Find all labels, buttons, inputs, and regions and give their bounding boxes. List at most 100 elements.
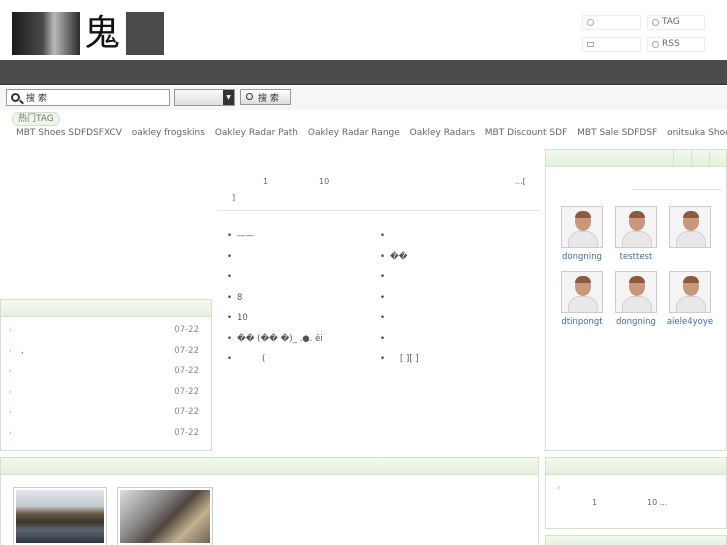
logo-face-image xyxy=(12,12,80,55)
list-item[interactable]: �� (�� �)_ .●. êi xyxy=(227,334,372,355)
search-icon xyxy=(11,93,20,102)
recent-posts-list: › 07-22 ›, 07-22 › 07-22 › 07-22 › 07-22 › 07-… xyxy=(1,317,211,446)
divider xyxy=(218,210,540,211)
article-list-left: —— 8 10 �� (�� �)_ .●. êi ( xyxy=(227,231,372,375)
logo-dark-box xyxy=(126,12,164,55)
member-card[interactable]: dtinpongt xyxy=(558,271,606,327)
list-item[interactable]: �� xyxy=(380,252,530,273)
pager-close: ] xyxy=(232,193,236,202)
user-link[interactable] xyxy=(582,15,641,30)
member-name[interactable]: dongning xyxy=(558,252,606,262)
avatar[interactable] xyxy=(561,206,603,248)
avatar[interactable] xyxy=(615,206,657,248)
tag-icon xyxy=(652,19,659,26)
site-header: 鬼 TAG RSS xyxy=(0,0,727,60)
search-button-icon xyxy=(246,93,253,100)
side-panel-bottom xyxy=(545,535,727,545)
panel-header xyxy=(1,300,211,317)
tag-link-item[interactable]: Oakley Radar Path xyxy=(215,128,298,138)
avatar[interactable] xyxy=(561,271,603,313)
avatar[interactable] xyxy=(615,271,657,313)
list-item[interactable]: › 07-22 xyxy=(9,323,201,344)
tab-divider xyxy=(709,150,710,167)
bullet-icon: › xyxy=(9,387,12,396)
bullet-icon: › xyxy=(9,428,12,437)
pager-current[interactable]: 1 xyxy=(263,177,268,186)
side-list-panel xyxy=(545,457,727,529)
panel-header xyxy=(1,458,538,475)
list-item[interactable]: [ ][ ] xyxy=(380,354,530,375)
list-item[interactable]: 10 xyxy=(227,313,372,334)
tab-divider xyxy=(673,150,674,167)
avatar[interactable] xyxy=(669,206,711,248)
hot-tag-label: 热门TAG xyxy=(12,112,60,126)
panel-header xyxy=(546,150,726,167)
tag-link-item[interactable]: Oakley Radar Range xyxy=(308,128,400,138)
tag-link-item[interactable]: oakley frogskins xyxy=(132,128,205,138)
tag-link-item[interactable]: MBT Discount SDF xyxy=(485,128,568,138)
tag-link-label: TAG xyxy=(662,17,680,27)
search-button[interactable]: 搜 索 xyxy=(240,89,291,105)
list-item[interactable]: —— xyxy=(227,231,372,252)
member-card[interactable]: aiele4yoye xyxy=(666,271,714,327)
mail-link[interactable] xyxy=(582,37,641,52)
list-item[interactable]: › 07-22 xyxy=(9,405,201,426)
rss-icon xyxy=(652,41,659,48)
list-item[interactable]: › 07-22 xyxy=(9,426,201,447)
article-list-right: �� [ ][ ] xyxy=(380,231,530,375)
bullet-icon: › xyxy=(9,367,12,375)
user-icon xyxy=(587,19,594,26)
chevron-down-icon[interactable]: ▼ xyxy=(223,90,234,105)
member-card[interactable]: dongning xyxy=(558,206,606,262)
pager-current[interactable]: 1 xyxy=(592,498,597,507)
list-item[interactable]: ( xyxy=(227,354,372,375)
list-item[interactable]: ›, 07-22 xyxy=(9,344,201,365)
list-item[interactable] xyxy=(380,313,530,334)
logo-character: 鬼 xyxy=(84,13,121,54)
panel-header xyxy=(546,458,726,475)
list-item[interactable] xyxy=(227,252,372,273)
tag-link[interactable]: TAG xyxy=(647,15,705,30)
mail-icon xyxy=(587,42,594,47)
tag-link-item[interactable]: Oakley Radars xyxy=(410,128,475,138)
search-bar: ▼ 搜 索 xyxy=(0,86,727,110)
tag-link-item[interactable]: MBT Sale SDFDSF xyxy=(577,128,657,138)
list-item[interactable] xyxy=(380,272,530,293)
member-card[interactable]: testtest xyxy=(612,206,660,262)
search-category-select[interactable]: ▼ xyxy=(174,89,235,106)
list-item[interactable] xyxy=(380,293,530,314)
bullet-icon: › xyxy=(557,483,561,492)
pager-total[interactable]: 10 ... xyxy=(647,498,667,507)
tag-link-item[interactable]: MBT Shoes SDFDSFXCV xyxy=(16,128,122,138)
hot-tag-list: MBT Shoes SDFDSFXCV oakley frogskins Oak… xyxy=(16,128,727,138)
list-item[interactable]: 8 xyxy=(227,293,372,314)
list-item[interactable] xyxy=(380,231,530,252)
gallery-photo[interactable] xyxy=(117,487,213,545)
canal-town-image xyxy=(16,490,104,543)
pager-total[interactable]: 10 xyxy=(319,177,329,186)
member-card[interactable] xyxy=(666,206,714,252)
member-name[interactable]: dtinpongt xyxy=(558,317,606,327)
recent-posts-panel: › 07-22 ›, 07-22 › 07-22 › 07-22 › 07-22 › 07-… xyxy=(0,299,212,451)
main-navigation-bar xyxy=(0,60,727,85)
tab-divider xyxy=(691,150,692,167)
list-item[interactable]: › 07-22 xyxy=(9,385,201,406)
member-name[interactable]: aiele4yoye xyxy=(666,317,714,327)
bullet-icon: › xyxy=(9,326,12,334)
gallery-photo[interactable] xyxy=(13,487,107,545)
ghost-illustration-image xyxy=(120,490,210,543)
member-name[interactable]: testtest xyxy=(612,252,660,262)
pager-more[interactable]: ...[ xyxy=(515,177,526,186)
member-name[interactable]: dongning xyxy=(612,317,660,327)
list-item[interactable] xyxy=(380,334,530,355)
bullet-icon: › xyxy=(9,346,12,355)
search-input[interactable] xyxy=(6,89,170,106)
member-card[interactable]: dongning xyxy=(612,271,660,327)
list-item[interactable]: › 07-22 xyxy=(9,364,201,385)
tag-link-item[interactable]: onitsuka Shoes1 xyxy=(667,128,727,138)
rss-link[interactable]: RSS xyxy=(647,37,705,52)
list-item[interactable] xyxy=(227,272,372,293)
site-logo[interactable]: 鬼 xyxy=(12,12,164,55)
rss-link-label: RSS xyxy=(662,39,680,49)
avatar[interactable] xyxy=(669,271,711,313)
